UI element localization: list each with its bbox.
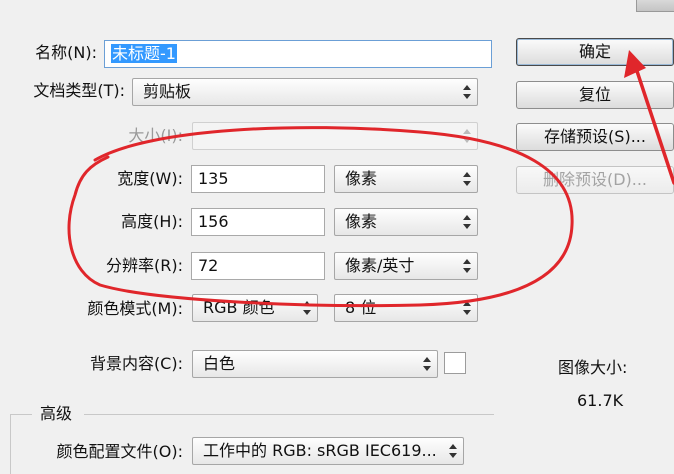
annotation-ellipse: [67, 126, 574, 308]
red-annotation-overlay: [67, 50, 674, 308]
annotation-arrow-line: [632, 60, 674, 185]
annotation-arrowhead: [624, 50, 646, 78]
